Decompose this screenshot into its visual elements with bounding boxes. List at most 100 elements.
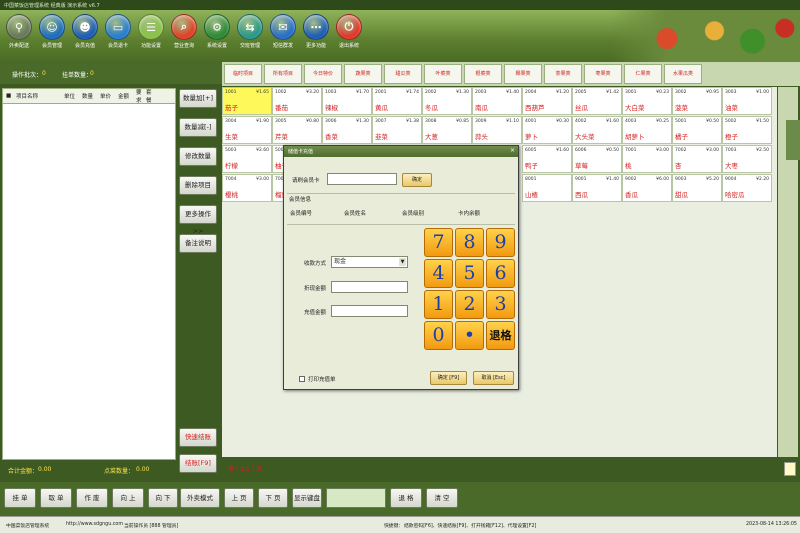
toolbar-button-member-topup[interactable]: ☻ 会员充值 — [68, 14, 102, 60]
numpad-key[interactable]: 5 — [455, 259, 484, 288]
toolbar-button-settings[interactable]: ☰ 功能设置 — [134, 14, 168, 60]
numpad-key[interactable]: 退格 — [486, 321, 515, 350]
dish-cell[interactable]: 1003 ¥1.70 辣椒 — [322, 87, 372, 115]
bottom-button-5[interactable]: 外卖模式 — [180, 488, 220, 508]
dialog-ok-button[interactable]: 确定 [F9] — [430, 371, 467, 385]
dish-cell[interactable]: 1002 ¥3.20 番茄 — [272, 87, 322, 115]
side-button-5[interactable]: 备注说明 — [179, 234, 217, 253]
bottom-button-7[interactable]: 下 页 — [258, 488, 288, 508]
dish-cell[interactable]: 2001 ¥1.74 黄瓜 — [372, 87, 422, 115]
dish-cell[interactable]: 9001 ¥1.40 西瓜 — [572, 174, 622, 202]
dish-cell[interactable]: 3007 ¥1.38 韭菜 — [372, 116, 422, 144]
card-input[interactable] — [327, 173, 397, 185]
numpad-key[interactable]: 3 — [486, 290, 515, 319]
side-note-panel[interactable] — [786, 120, 800, 160]
dish-cell[interactable]: 5001 ¥0.50 橘子 — [672, 116, 722, 144]
toolbar-button-power[interactable]: ⏻ 退出系统 — [332, 14, 366, 60]
side-button-7[interactable]: 结账[F9] — [179, 454, 217, 473]
bottom-button-0[interactable]: 挂 单 — [4, 488, 36, 508]
dish-cell[interactable]: 9004 ¥2.20 哈密瓜 — [722, 174, 772, 202]
bottom-button-3[interactable]: 向 上 — [112, 488, 144, 508]
dish-cell[interactable]: 3003 ¥1.00 油菜 — [722, 87, 772, 115]
close-icon[interactable]: × — [510, 147, 515, 154]
dish-cell[interactable]: 9003 ¥5.20 甜瓜 — [672, 174, 722, 202]
dish-cell[interactable]: 3005 ¥0.80 芹菜 — [272, 116, 322, 144]
toolbar-button-delivery[interactable]: ⚲ 外卖配送 — [2, 14, 36, 60]
numpad-key[interactable]: 2 — [455, 290, 484, 319]
dish-cell[interactable]: 5002 ¥1.50 橙子 — [722, 116, 772, 144]
numpad-key[interactable]: 6 — [486, 259, 515, 288]
numpad-key[interactable]: 4 — [424, 259, 453, 288]
card-confirm-button[interactable]: 确定 — [402, 173, 432, 187]
dialog-cancel-button[interactable]: 取消 [Esc] — [473, 371, 514, 385]
category-tab[interactable]: 叶菜类 — [424, 64, 462, 84]
dish-cell[interactable]: 3001 ¥0.23 大白菜 — [622, 87, 672, 115]
side-button-2[interactable]: 修改数量 — [179, 147, 217, 166]
side-button-4[interactable]: 更多操作>> — [179, 205, 217, 235]
toolbar-button-gear[interactable]: ⚙ 系统设置 — [200, 14, 234, 60]
numpad-key[interactable]: 0 — [424, 321, 453, 350]
bottom-button-10[interactable]: 清 空 — [426, 488, 458, 508]
dish-cell[interactable]: 3002 ¥0.95 菠菜 — [672, 87, 722, 115]
toolbar-button-search[interactable]: ⌕ 营业查询 — [167, 14, 201, 60]
toolbar-button-shift[interactable]: ⇆ 交班管理 — [233, 14, 267, 60]
select-all-checkbox[interactable]: ■ — [3, 93, 13, 99]
category-tab[interactable]: 临时项目 — [224, 64, 262, 84]
bottom-button-1[interactable]: 取 单 — [40, 488, 72, 508]
notepad-icon[interactable] — [784, 462, 796, 476]
bottom-button-6[interactable]: 上 页 — [224, 488, 254, 508]
category-tab[interactable]: 茶果类 — [544, 64, 582, 84]
toolbar-button-sms[interactable]: ✉ 短信群发 — [266, 14, 300, 60]
bottom-button-9[interactable]: 退 格 — [390, 488, 422, 508]
bottom-button-4[interactable]: 向 下 — [148, 488, 178, 508]
side-button-6[interactable]: 快速结账 — [179, 428, 217, 447]
toolbar-button-member-card[interactable]: ▭ 会员退卡 — [101, 14, 135, 60]
dish-cell[interactable]: 7004 ¥3.00 樱桃 — [222, 174, 272, 202]
category-tab[interactable]: 蔬果类 — [344, 64, 382, 84]
category-tab[interactable]: 枣果类 — [584, 64, 622, 84]
category-tab[interactable]: 甜瓜类 — [384, 64, 422, 84]
dish-cell[interactable]: 4002 ¥1.60 大头菜 — [572, 116, 622, 144]
dish-cell[interactable]: 7002 ¥3.00 杏 — [672, 145, 722, 173]
status-url[interactable]: http://www.sdgngu.com — [66, 522, 123, 527]
side-button-1[interactable]: 数量减[-] — [179, 118, 217, 137]
dish-cell[interactable]: 3008 ¥0.85 大葱 — [422, 116, 472, 144]
dish-cell[interactable]: 8001 山楂 — [522, 174, 572, 202]
dish-cell[interactable]: 3006 ¥1.30 香菜 — [322, 116, 372, 144]
order-table-body[interactable] — [2, 104, 176, 460]
dish-cell[interactable]: 1001 ¥1.65 茄子 — [222, 87, 272, 115]
category-tab[interactable]: 仁果类 — [624, 64, 662, 84]
dish-cell[interactable]: 4001 ¥0.30 萝卜 — [522, 116, 572, 144]
discount-input[interactable] — [331, 281, 408, 293]
dish-cell[interactable]: 6006 ¥0.50 草莓 — [572, 145, 622, 173]
side-button-0[interactable]: 数量加[+] — [179, 89, 217, 108]
dish-cell[interactable]: 4003 ¥0.25 胡萝卜 — [622, 116, 672, 144]
numpad-key[interactable]: 9 — [486, 228, 515, 257]
numpad-key[interactable]: • — [455, 321, 484, 350]
toolbar-button-member[interactable]: ☺ 会员管理 — [35, 14, 69, 60]
category-tab[interactable]: 根菜类 — [464, 64, 502, 84]
dish-cell[interactable]: 7003 ¥2.50 大枣 — [722, 145, 772, 173]
dish-cell[interactable]: 2003 ¥1.40 南瓜 — [472, 87, 522, 115]
print-receipt-checkbox[interactable] — [299, 376, 305, 382]
category-tab[interactable]: 水果瓜类 — [664, 64, 702, 84]
pay-method-select[interactable]: 现金 ▼ — [331, 256, 408, 268]
category-tab[interactable]: 所有项目 — [264, 64, 302, 84]
bottom-button-8[interactable]: 显示键盘 — [292, 488, 322, 508]
bottom-button-2[interactable]: 作 废 — [76, 488, 108, 508]
dish-cell[interactable]: 3004 ¥1.90 生菜 — [222, 116, 272, 144]
numpad-key[interactable]: 1 — [424, 290, 453, 319]
dish-cell[interactable]: 3009 ¥1.10 蒜头 — [472, 116, 522, 144]
topup-amount-input[interactable] — [331, 305, 408, 317]
numpad-key[interactable]: 8 — [455, 228, 484, 257]
quick-code-input[interactable] — [326, 488, 386, 508]
dish-cell[interactable]: 2005 ¥1.42 丝瓜 — [572, 87, 622, 115]
category-tab[interactable]: 椰果类 — [504, 64, 542, 84]
dish-cell[interactable]: 9002 ¥6.00 香瓜 — [622, 174, 672, 202]
toolbar-button-more[interactable]: ⋯ 更多功能 — [299, 14, 333, 60]
dish-cell[interactable]: 2002 ¥1.30 冬瓜 — [422, 87, 472, 115]
dish-cell[interactable]: 5003 ¥2.60 柠檬 — [222, 145, 272, 173]
side-button-3[interactable]: 删除项目 — [179, 176, 217, 195]
dish-cell[interactable]: 2004 ¥1.20 西葫芦 — [522, 87, 572, 115]
dish-cell[interactable]: 7001 ¥3.00 桃 — [622, 145, 672, 173]
